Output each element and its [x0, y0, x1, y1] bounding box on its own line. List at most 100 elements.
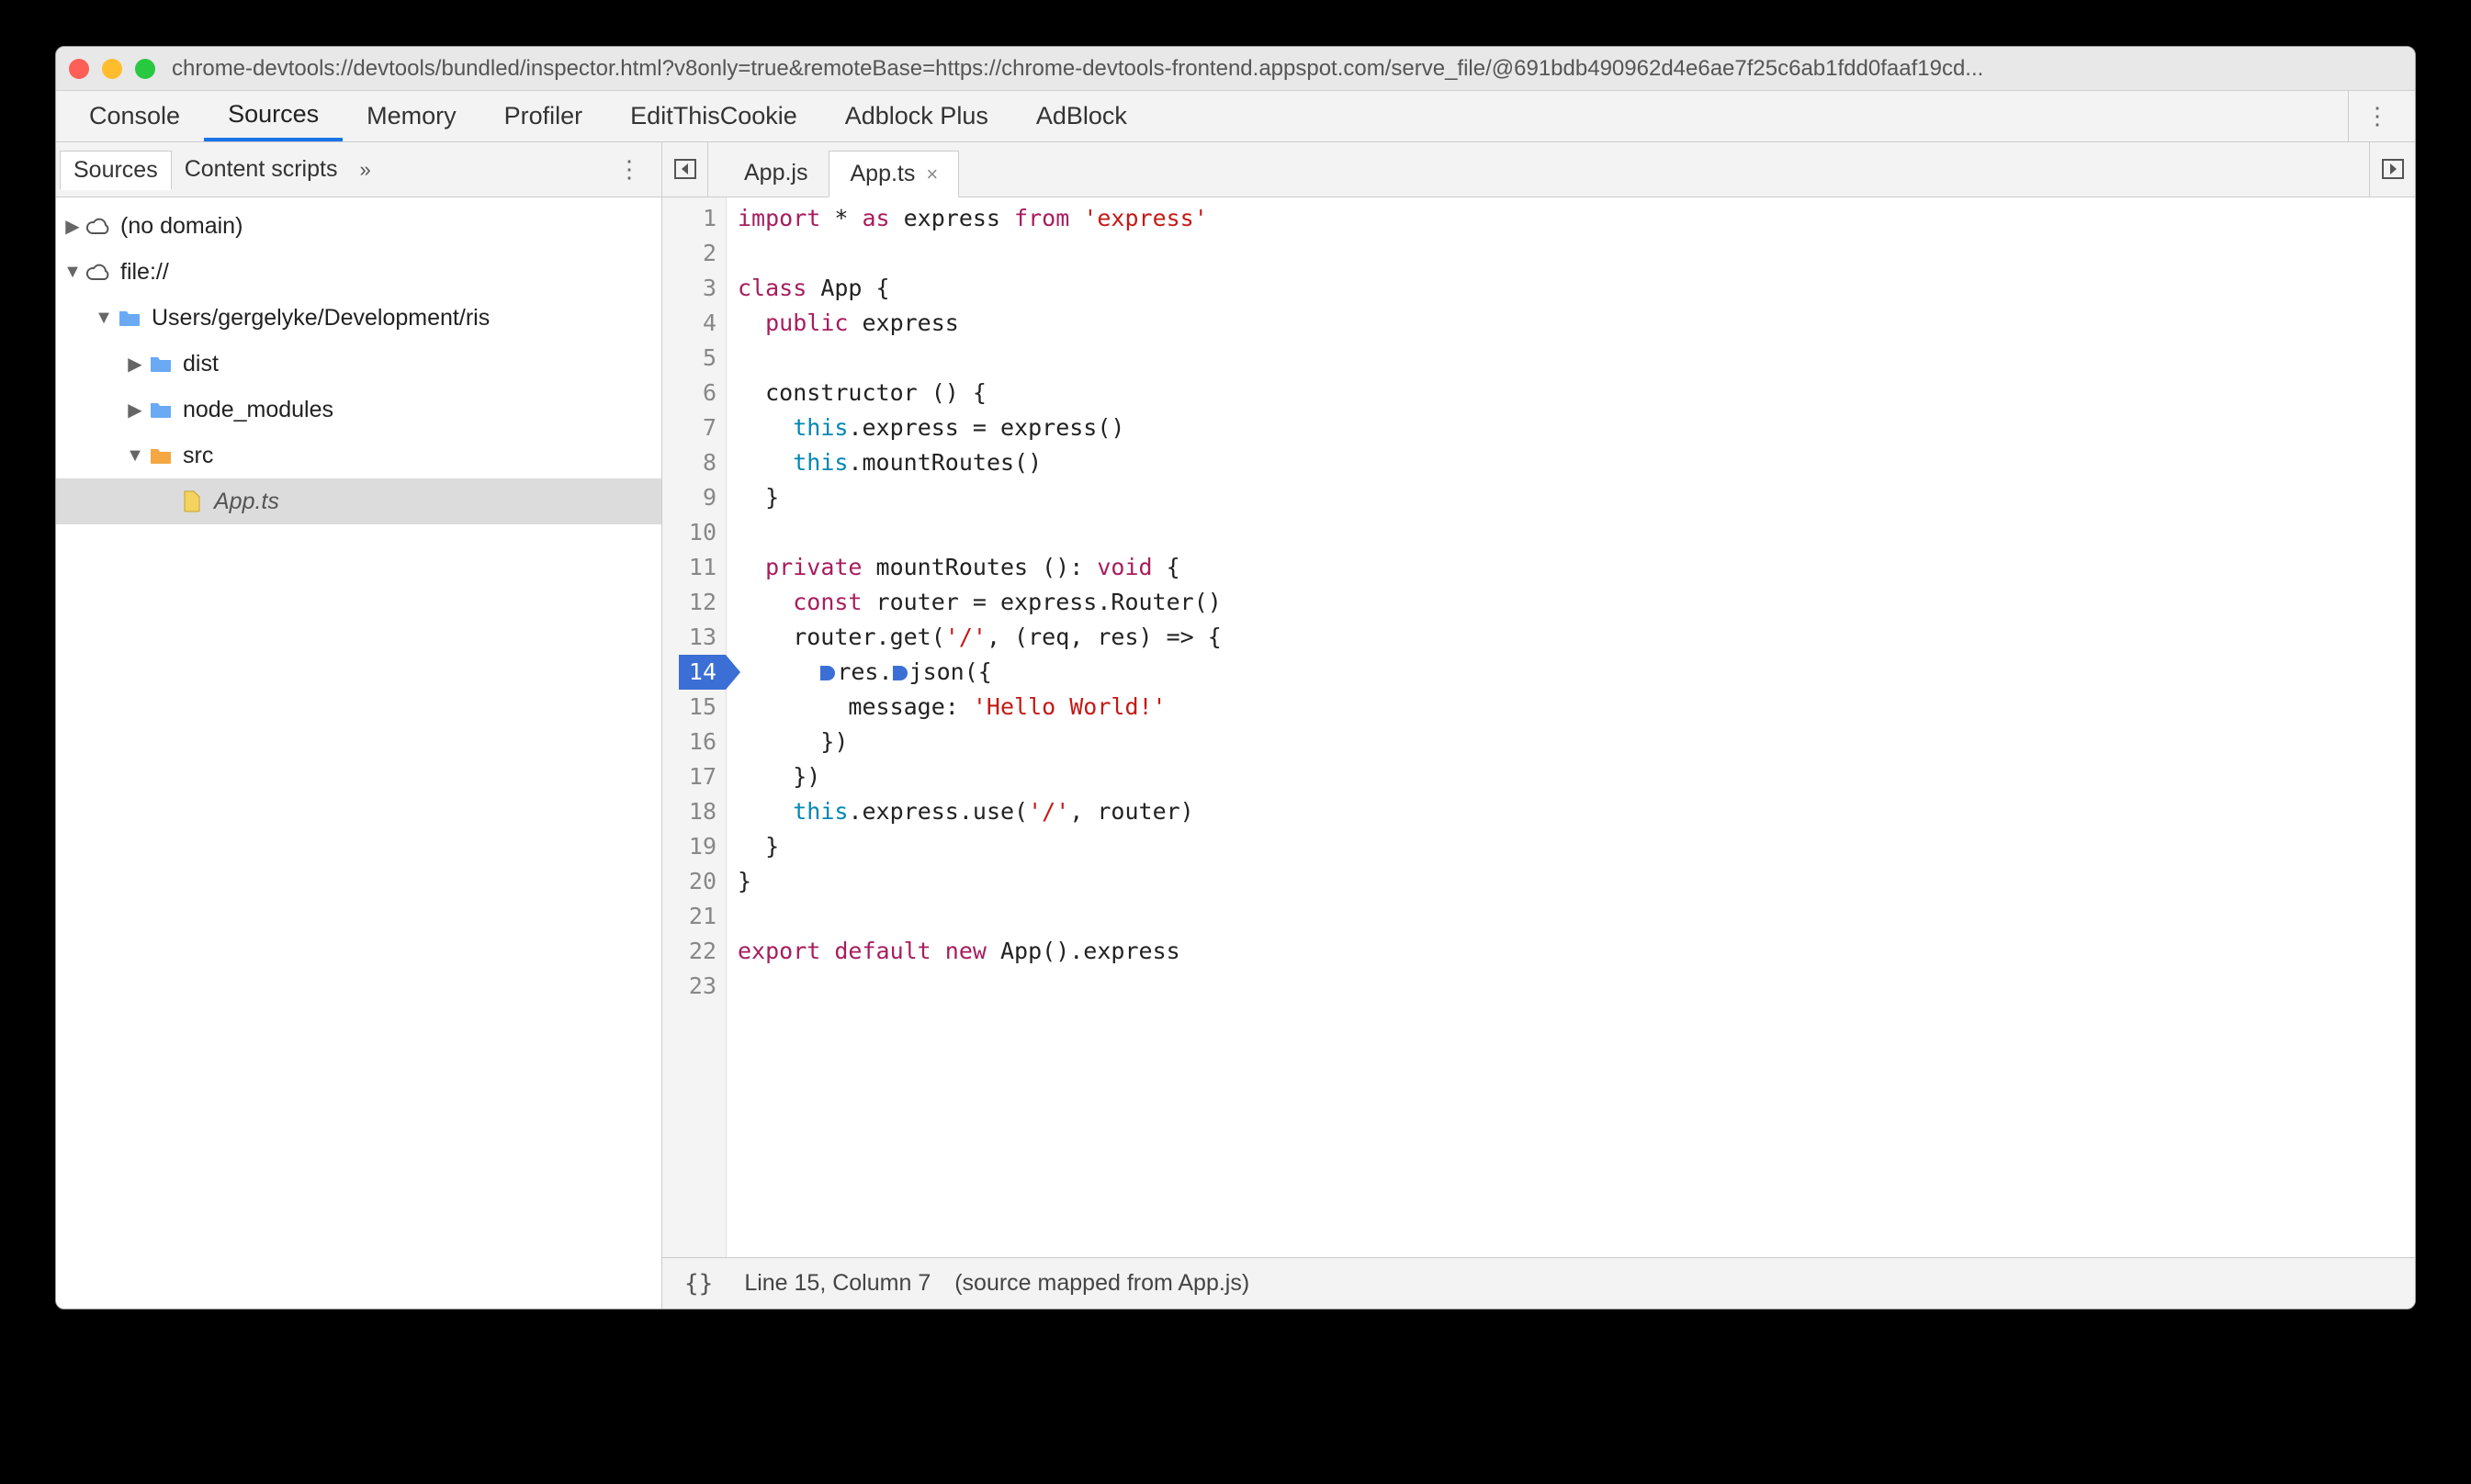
code-line[interactable]: res.json({	[738, 655, 1222, 690]
code-line[interactable]	[738, 899, 1222, 934]
sidebar-tab-sources[interactable]: Sources	[60, 151, 172, 190]
line-number[interactable]: 10	[679, 515, 716, 550]
close-tab-icon[interactable]: ×	[926, 163, 938, 186]
sidebar-overflow-button[interactable]: »	[350, 152, 379, 187]
line-number-gutter[interactable]: 1234567891011121314151617181920212223	[662, 197, 727, 1257]
tree-item-app-ts[interactable]: App.ts	[56, 478, 661, 524]
editor-statusbar: {} Line 15, Column 7 (source mapped from…	[662, 1257, 2415, 1309]
line-number[interactable]: 11	[679, 550, 716, 585]
code-line[interactable]: this.express.use('/', router)	[738, 794, 1222, 829]
panel-tab-adblock-plus[interactable]: Adblock Plus	[821, 91, 1012, 141]
code-line[interactable]: }	[738, 864, 1222, 899]
editor-tab-app-js[interactable]: App.js	[723, 150, 829, 197]
line-number[interactable]: 3	[679, 271, 716, 306]
panel-tab-console[interactable]: Console	[65, 91, 204, 141]
code-line[interactable]	[738, 236, 1222, 271]
window-maximize-button[interactable]	[135, 59, 155, 79]
code-line[interactable]: export default new App().express	[738, 934, 1222, 969]
code-line[interactable]: message: 'Hello World!'	[738, 690, 1222, 725]
code-content[interactable]: import * as express from 'express' class…	[727, 197, 1233, 1257]
tree-item-file-[interactable]: ▼file://	[56, 249, 661, 295]
tree-item--no-domain-[interactable]: ▶(no domain)	[56, 203, 661, 249]
tree-item-node-modules[interactable]: ▶ node_modules	[56, 387, 661, 433]
tree-expand-arrow[interactable]: ▶	[124, 399, 146, 422]
line-number[interactable]: 19	[679, 829, 716, 864]
window-minimize-button[interactable]	[102, 59, 122, 79]
line-number[interactable]: 18	[679, 794, 716, 829]
line-number[interactable]: 16	[679, 725, 716, 759]
right-pane-toggle-icon[interactable]	[2369, 141, 2415, 197]
window-close-button[interactable]	[69, 59, 89, 79]
devtools-main: SourcesContent scripts» ⋮ ▶(no domain)▼f…	[56, 142, 2415, 1309]
code-editor[interactable]: 1234567891011121314151617181920212223 im…	[662, 197, 2415, 1257]
source-map-info: (source mapped from App.js)	[954, 1270, 1249, 1297]
left-pane-toggle-icon[interactable]	[662, 141, 708, 197]
folder-orange-icon	[146, 446, 175, 465]
tree-item-label: dist	[183, 351, 219, 377]
sidebar-menu-button[interactable]: ⋮	[597, 155, 661, 184]
line-number[interactable]: 1	[679, 201, 716, 236]
code-line[interactable]: const router = express.Router()	[738, 585, 1222, 620]
line-number[interactable]: 2	[679, 236, 716, 271]
devtools-menu-button[interactable]: ⋮	[2348, 91, 2406, 141]
line-number[interactable]: 5	[679, 341, 716, 376]
folder-blue-icon	[146, 400, 175, 419]
line-number[interactable]: 7	[679, 410, 716, 445]
tree-expand-arrow[interactable]: ▼	[124, 445, 146, 467]
code-line[interactable]: }	[738, 480, 1222, 515]
code-line[interactable]: class App {	[738, 271, 1222, 306]
line-number[interactable]: 4	[679, 306, 716, 341]
tree-item-label: node_modules	[183, 397, 333, 423]
folder-blue-icon	[146, 354, 175, 373]
tree-item-dist[interactable]: ▶ dist	[56, 341, 661, 387]
line-number[interactable]: 17	[679, 759, 716, 794]
pretty-print-button[interactable]: {}	[677, 1270, 720, 1298]
panel-tab-adblock[interactable]: AdBlock	[1012, 91, 1151, 141]
file-icon	[177, 490, 207, 512]
code-line[interactable]: }	[738, 829, 1222, 864]
code-line[interactable]: this.mountRoutes()	[738, 445, 1222, 480]
editor-pane: App.jsApp.ts× 12345678910111213141516171…	[662, 142, 2415, 1309]
devtools-window: chrome-devtools://devtools/bundled/inspe…	[55, 46, 2416, 1310]
file-tree: ▶(no domain)▼file://▼Users/gergelyke/Dev…	[56, 197, 661, 1309]
code-line[interactable]: })	[738, 759, 1222, 794]
line-number[interactable]: 12	[679, 585, 716, 620]
line-number[interactable]: 8	[679, 445, 716, 480]
panel-tab-sources[interactable]: Sources	[204, 91, 343, 141]
code-line[interactable]: public express	[738, 306, 1222, 341]
breakpoint-line-number[interactable]: 14	[679, 655, 726, 690]
tree-item-users-gergelyke-development-ris[interactable]: ▼Users/gergelyke/Development/ris	[56, 295, 661, 341]
editor-tab-app-ts[interactable]: App.ts ×	[829, 151, 959, 197]
editor-tab-label: App.js	[744, 160, 807, 186]
code-line[interactable]	[738, 515, 1222, 550]
tree-expand-arrow[interactable]: ▼	[93, 308, 115, 329]
editor-tab-label: App.ts	[850, 161, 915, 187]
code-line[interactable]: import * as express from 'express'	[738, 201, 1222, 236]
editor-tabbar: App.js App.ts ×	[662, 142, 2415, 197]
tree-expand-arrow[interactable]: ▼	[62, 262, 84, 283]
line-number[interactable]: 6	[679, 376, 716, 410]
code-line[interactable]: this.express = express()	[738, 410, 1222, 445]
code-line[interactable]: private mountRoutes (): void {	[738, 550, 1222, 585]
tree-expand-arrow[interactable]: ▶	[62, 215, 84, 238]
code-line[interactable]: router.get('/', (req, res) => {	[738, 620, 1222, 655]
line-number[interactable]: 23	[679, 969, 716, 1004]
line-number[interactable]: 15	[679, 690, 716, 725]
code-line[interactable]	[738, 969, 1222, 1004]
line-number[interactable]: 13	[679, 620, 716, 655]
devtools-panel-tabs: ConsoleSourcesMemoryProfilerEditThisCook…	[56, 91, 2415, 142]
panel-tab-profiler[interactable]: Profiler	[480, 91, 607, 141]
code-line[interactable]: })	[738, 725, 1222, 759]
panel-tab-editthiscookie[interactable]: EditThisCookie	[606, 91, 821, 141]
line-number[interactable]: 21	[679, 899, 716, 934]
tree-item-src[interactable]: ▼src	[56, 433, 661, 478]
sidebar-tab-content-scripts[interactable]: Content scripts	[172, 151, 351, 188]
tree-item-label: App.ts	[214, 489, 279, 515]
code-line[interactable]: constructor () {	[738, 376, 1222, 410]
line-number[interactable]: 20	[679, 864, 716, 899]
tree-expand-arrow[interactable]: ▶	[124, 353, 146, 376]
line-number[interactable]: 9	[679, 480, 716, 515]
code-line[interactable]	[738, 341, 1222, 376]
panel-tab-memory[interactable]: Memory	[343, 91, 480, 141]
line-number[interactable]: 22	[679, 934, 716, 969]
